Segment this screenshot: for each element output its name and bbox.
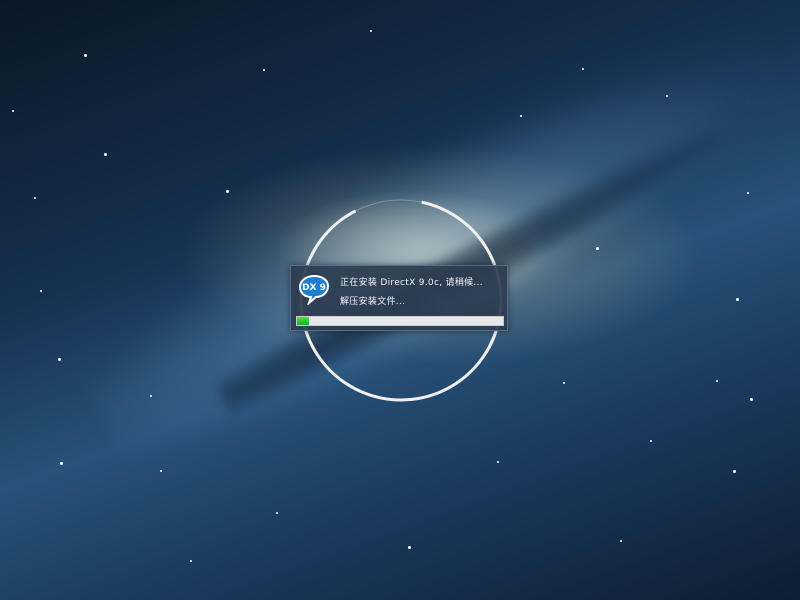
directx-logo-icon: DX 9 <box>298 274 330 305</box>
star <box>520 115 522 117</box>
star <box>58 358 61 361</box>
star <box>596 247 599 250</box>
star <box>40 290 42 292</box>
star <box>582 68 584 70</box>
directx-logo-text: DX 9 <box>302 283 326 293</box>
install-status-text: 解压安装文件... <box>340 297 406 307</box>
star <box>750 398 753 401</box>
install-progress-bar <box>296 316 504 326</box>
star <box>226 190 229 193</box>
install-title-text: 正在安装 DirectX 9.0c, 请稍候... <box>340 278 483 288</box>
star <box>666 95 668 97</box>
installer-dialog: DX 9 正在安装 DirectX 9.0c, 请稍候... 解压安装文件... <box>290 265 508 331</box>
star <box>716 380 718 382</box>
star <box>150 395 152 397</box>
star <box>733 470 736 473</box>
install-progress-fill <box>297 317 310 325</box>
star <box>408 546 411 549</box>
star <box>190 560 192 562</box>
star <box>12 110 14 112</box>
star <box>370 30 372 32</box>
star <box>736 298 739 301</box>
star <box>497 461 499 463</box>
star <box>34 197 36 199</box>
star <box>60 462 63 465</box>
star <box>650 440 652 442</box>
star <box>620 540 622 542</box>
star <box>276 512 278 514</box>
star <box>563 382 565 384</box>
star <box>104 153 107 156</box>
star <box>747 192 749 194</box>
star <box>263 69 265 71</box>
star <box>84 54 87 57</box>
star <box>160 470 162 472</box>
